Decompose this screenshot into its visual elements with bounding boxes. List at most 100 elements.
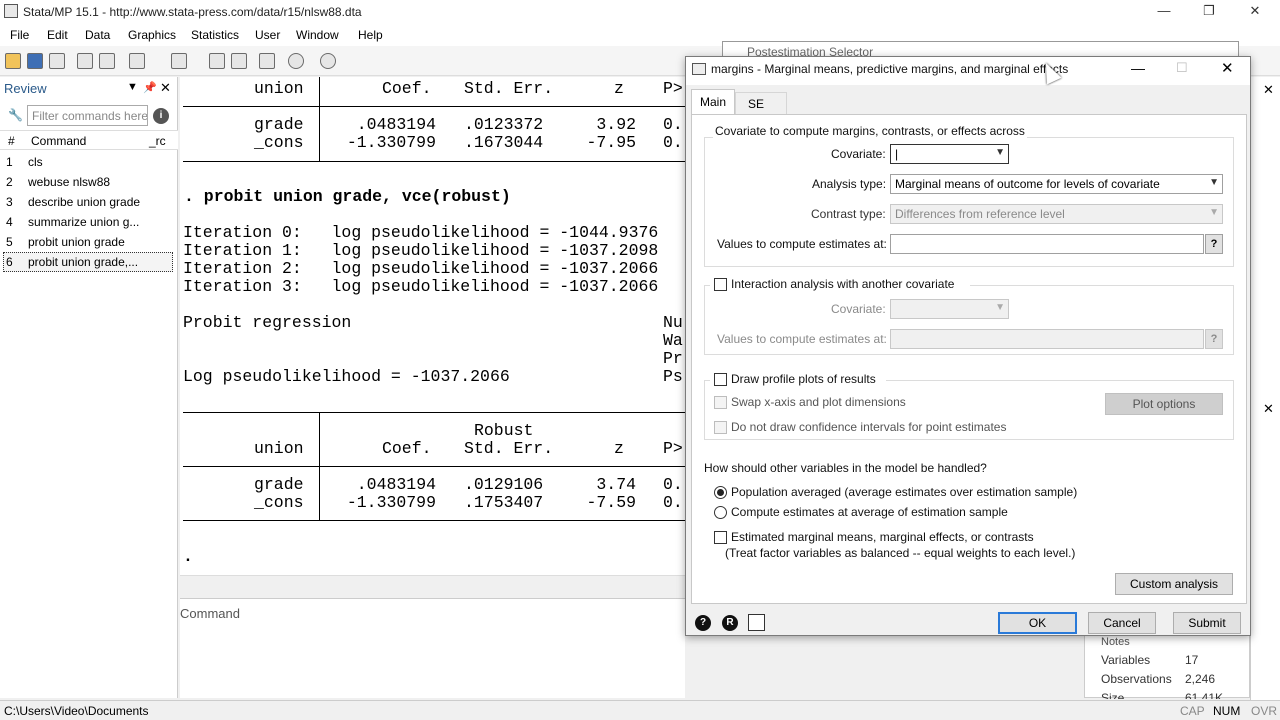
log-icon[interactable] [77, 53, 93, 69]
review-row[interactable]: 1 cls [0, 153, 178, 173]
values-input[interactable] [890, 234, 1204, 254]
submit-button[interactable]: Submit [1173, 612, 1241, 634]
num-lock-indicator: NUM [1213, 704, 1241, 718]
values-label: Values to compute estimates at: [717, 237, 887, 251]
cancel-button[interactable]: Cancel [1088, 612, 1156, 634]
interaction-checkbox[interactable] [714, 278, 727, 291]
t2-row-z: -7.59 [586, 493, 636, 512]
review-column-headers: # Command _rc [0, 130, 178, 150]
int-values-input[interactable] [890, 329, 1204, 349]
balanced-checkbox[interactable] [714, 531, 727, 544]
chevron-down-icon: ▼ [995, 147, 1005, 158]
viewer-icon[interactable] [99, 53, 115, 69]
overwrite-indicator: OVR [1251, 704, 1278, 718]
graph-icon[interactable] [129, 53, 145, 69]
col-rc[interactable]: _rc [149, 134, 166, 148]
save-icon[interactable] [27, 53, 43, 69]
t2-row-p: 0. [663, 493, 683, 512]
col-command[interactable]: Command [31, 134, 86, 148]
filter-icon[interactable]: ▼ [127, 81, 138, 93]
col-num[interactable]: # [8, 134, 15, 148]
break-icon[interactable] [320, 53, 336, 69]
dialog-close-button[interactable]: ✕ [1221, 59, 1234, 77]
balanced-label: Estimated marginal means, marginal effec… [731, 530, 1034, 544]
variables-manager-icon[interactable] [259, 53, 275, 69]
dialog-maximize-button[interactable]: ☐ [1176, 60, 1188, 76]
minimize-button[interactable]: — [1141, 0, 1187, 24]
custom-analysis-button[interactable]: Custom analysis [1115, 573, 1233, 595]
menu-help[interactable]: Help [358, 28, 383, 42]
swap-axis-checkbox[interactable] [714, 396, 727, 409]
pin-icon[interactable]: 📌 [143, 81, 157, 94]
info-icon[interactable]: i [153, 108, 169, 124]
review-row[interactable]: 2 webuse nlsw88 [0, 173, 178, 193]
main-title-bar: Stata/MP 15.1 - http://www.stata-press.c… [0, 0, 1280, 24]
t2-row-z: 3.74 [596, 475, 636, 494]
t2-top-rule [183, 412, 685, 413]
wrench-icon[interactable]: 🔧 [8, 108, 23, 122]
ok-button[interactable]: OK [998, 612, 1077, 634]
copy-command-icon[interactable] [748, 614, 765, 631]
menu-file[interactable]: File [10, 28, 29, 42]
int-covariate-combo[interactable]: ▼ [890, 299, 1009, 319]
do-file-editor-icon[interactable] [171, 53, 187, 69]
at-average-radio[interactable] [714, 506, 727, 519]
tab-se[interactable]: SE [735, 92, 787, 114]
chevron-down-icon: ▼ [1209, 207, 1219, 218]
status-bar: C:\Users\Video\Documents CAP NUM OVR [0, 700, 1280, 720]
filter-commands-input[interactable]: Filter commands here [27, 105, 148, 126]
log-likelihood: Log pseudolikelihood = -1037.2066 [183, 367, 510, 386]
covariate-combo[interactable]: | ▼ [890, 144, 1009, 164]
t1-row-var: grade [254, 115, 304, 134]
command-window[interactable]: Command [180, 598, 685, 698]
t1-header-se: Std. Err. [464, 79, 554, 98]
int-values-help-button[interactable]: ? [1205, 329, 1223, 349]
t2-row-se: .0129106 [464, 475, 544, 494]
tab-main[interactable]: Main [691, 89, 735, 115]
t1-header-z: z [614, 79, 624, 98]
t2-row-p: 0. [663, 475, 683, 494]
population-averaged-radio[interactable] [714, 486, 727, 499]
close-button[interactable]: ✕ [1232, 0, 1278, 24]
help-icon[interactable]: ? [695, 615, 711, 631]
menu-data[interactable]: Data [85, 28, 110, 42]
close-panel-icon[interactable]: ✕ [1263, 82, 1274, 98]
reset-icon[interactable]: R [722, 615, 738, 631]
analysis-type-label: Analysis type: [812, 177, 887, 191]
open-icon[interactable] [5, 53, 21, 69]
more-icon[interactable] [288, 53, 304, 69]
close-panel-icon[interactable]: ✕ [1263, 401, 1274, 417]
data-editor-icon[interactable] [209, 53, 225, 69]
covariate-group-title: Covariate to compute margins, contrasts,… [713, 124, 1027, 138]
review-row[interactable]: 5 probit union grade [0, 233, 178, 253]
menu-window[interactable]: Window [296, 28, 339, 42]
plot-options-button[interactable]: Plot options [1105, 393, 1223, 415]
maximize-button[interactable]: ❐ [1186, 0, 1232, 24]
menu-graphics[interactable]: Graphics [128, 28, 176, 42]
no-ci-checkbox[interactable] [714, 421, 727, 434]
t1-row-coef: -1.330799 [346, 133, 436, 152]
dialog-title-bar[interactable]: margins - Marginal means, predictive mar… [686, 57, 1250, 85]
menu-edit[interactable]: Edit [47, 28, 68, 42]
dialog-minimize-button[interactable]: — [1131, 60, 1145, 76]
print-icon[interactable] [49, 53, 65, 69]
menu-statistics[interactable]: Statistics [191, 28, 239, 42]
review-row[interactable]: 3 describe union grade [0, 193, 178, 213]
data-browser-icon[interactable] [231, 53, 247, 69]
results-hscrollbar[interactable] [180, 575, 685, 597]
analysis-type-select[interactable]: Marginal means of outcome for levels of … [890, 174, 1223, 194]
other-vars-question: How should other variables in the model … [704, 461, 987, 475]
contrast-type-select[interactable]: Differences from reference level ▼ [890, 204, 1223, 224]
profile-plots-checkbox[interactable] [714, 373, 727, 386]
values-help-button[interactable]: ? [1205, 234, 1223, 254]
menu-user[interactable]: User [255, 28, 280, 42]
review-row-selected[interactable]: 6 probit union grade,... [3, 252, 173, 272]
profile-plots-label: Draw profile plots of results [731, 372, 876, 386]
prop-key: Observations [1101, 672, 1172, 686]
close-panel-icon[interactable]: ✕ [160, 80, 171, 96]
review-row[interactable]: 4 summarize union g... [0, 213, 178, 233]
notes-section: Notes [1101, 636, 1130, 648]
dialog-title: margins - Marginal means, predictive mar… [711, 62, 1069, 76]
window-title: Stata/MP 15.1 - http://www.stata-press.c… [23, 5, 362, 19]
command-echo: . probit union grade, vce(robust) [184, 187, 511, 206]
